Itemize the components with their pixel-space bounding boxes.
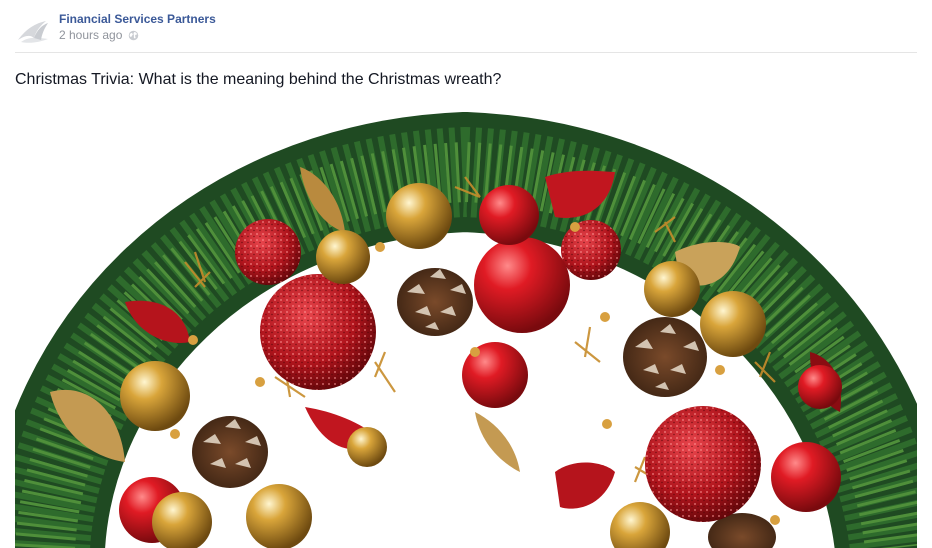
post-header: Financial Services Partners 2 hours ago bbox=[16, 12, 916, 48]
header-divider bbox=[15, 52, 917, 53]
christmas-wreath-photo bbox=[15, 112, 917, 548]
post-timestamp[interactable]: 2 hours ago bbox=[59, 28, 122, 42]
post-photo[interactable] bbox=[15, 112, 917, 548]
globe-icon[interactable] bbox=[128, 30, 139, 41]
page-name-link[interactable]: Financial Services Partners bbox=[59, 12, 216, 26]
post-message: Christmas Trivia: What is the meaning be… bbox=[15, 71, 502, 88]
company-logo-icon bbox=[18, 21, 48, 43]
post-meta: 2 hours ago bbox=[59, 28, 139, 42]
page-avatar[interactable] bbox=[16, 12, 50, 46]
